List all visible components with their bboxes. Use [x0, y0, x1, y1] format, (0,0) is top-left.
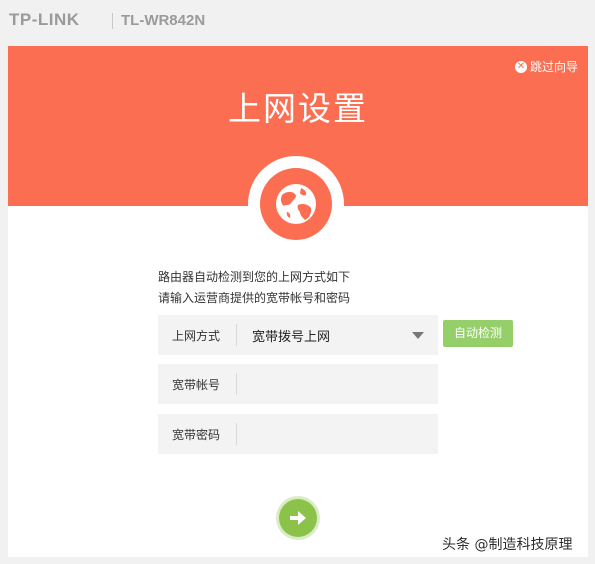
connection-type-select[interactable]: 上网方式 宽带拨号上网	[158, 315, 438, 355]
account-label: 宽带帐号	[172, 377, 221, 392]
connection-type-value: 宽带拨号上网	[252, 329, 331, 345]
account-input[interactable]	[237, 364, 438, 404]
globe-icon	[276, 184, 316, 224]
skip-wizard-button[interactable]: ✕ 跳过向导	[514, 58, 578, 75]
arrow-right-icon	[290, 511, 306, 525]
password-input[interactable]	[237, 414, 438, 454]
brand-divider	[112, 13, 113, 29]
model-name: TL-WR842N	[121, 12, 206, 29]
detect-text-line1: 路由器自动检测到您的上网方式如下	[158, 270, 351, 284]
auto-detect-button[interactable]: 自动检测	[443, 320, 513, 347]
connection-type-label: 上网方式	[172, 328, 221, 343]
setup-card: ✕ 跳过向导 上网设置 路由器自动检测到您的上网方式如下 请输入运营商提供的宽带…	[8, 46, 588, 557]
skip-wizard-label: 跳过向导	[529, 60, 578, 74]
detect-text-line2: 请输入运营商提供的宽带帐号和密码	[158, 291, 351, 305]
account-field-row: 宽带帐号	[158, 364, 438, 404]
watermark: 头条 @制造科技原理	[442, 537, 573, 553]
globe-badge	[248, 156, 344, 252]
password-field-row: 宽带密码	[158, 414, 438, 454]
brand-logo: TP-LINK	[9, 10, 80, 29]
password-label: 宽带密码	[172, 427, 221, 442]
next-button[interactable]	[279, 499, 317, 537]
page-title: 上网设置	[228, 89, 368, 128]
close-circle-icon: ✕	[514, 60, 527, 73]
chevron-down-icon[interactable]	[412, 331, 424, 339]
top-bar: TP-LINK TL-WR842N	[0, 0, 595, 44]
detect-description: 路由器自动检测到您的上网方式如下 请输入运营商提供的宽带帐号和密码	[158, 267, 350, 309]
